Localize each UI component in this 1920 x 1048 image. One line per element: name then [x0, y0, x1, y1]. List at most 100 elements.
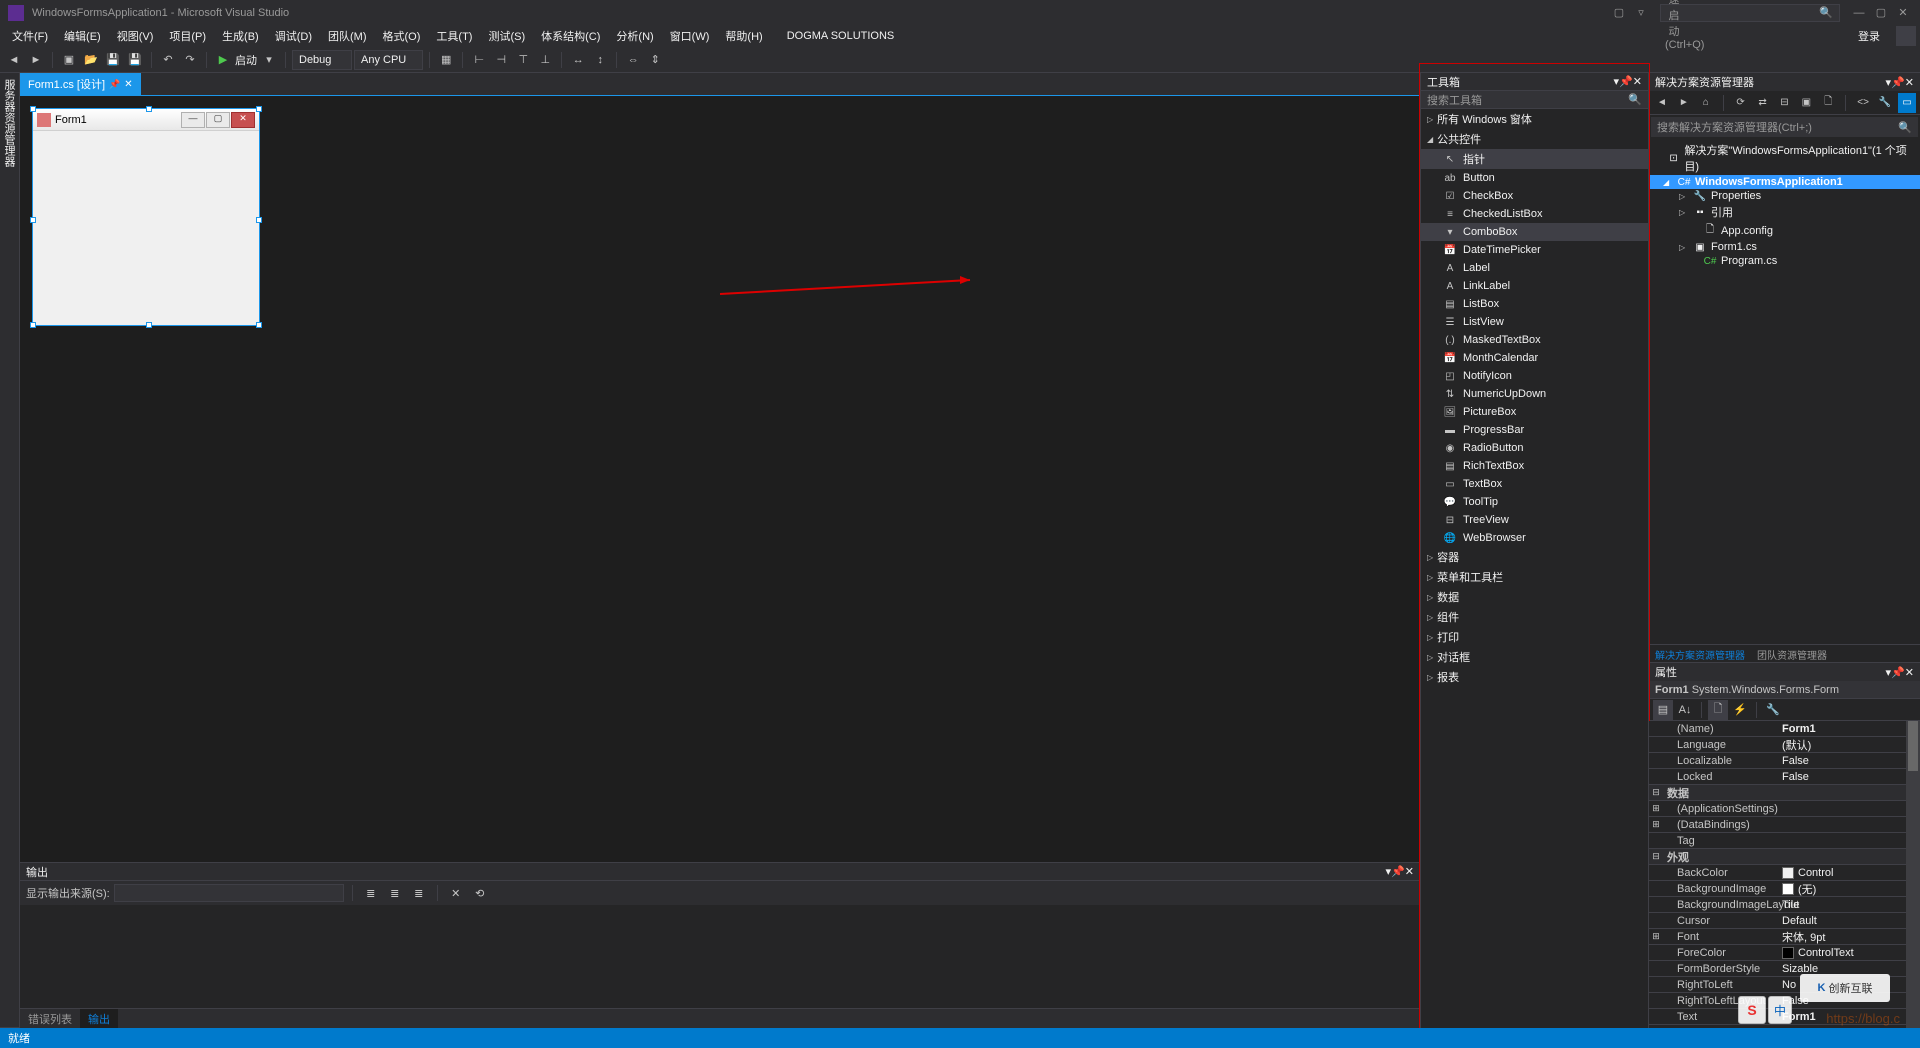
menu-help[interactable]: 帮助(H) [717, 26, 770, 46]
sln-node-form[interactable]: ▷▣Form1.cs [1649, 240, 1920, 254]
toolbox-item-checkbox[interactable]: ☑CheckBox [1421, 187, 1648, 205]
feedback-icon[interactable]: ▿ [1632, 6, 1650, 19]
output-body[interactable] [20, 905, 1420, 1008]
panel-pin-icon[interactable]: 📌 [1391, 865, 1405, 878]
platform-combo[interactable]: Any CPU [354, 50, 423, 70]
layout-icon-1[interactable]: ▦ [436, 50, 456, 70]
spacing-v-icon[interactable]: ↕ [590, 50, 610, 70]
toolbox-cat[interactable]: 容器 [1421, 547, 1648, 567]
menu-window[interactable]: 窗口(W) [662, 26, 718, 46]
prop-row[interactable]: ⊞Font宋体, 9pt [1649, 929, 1920, 945]
tab-close-icon[interactable]: ✕ [124, 79, 132, 90]
toolbox-item-button[interactable]: abButton [1421, 169, 1648, 187]
toolbox-cat[interactable]: 菜单和工具栏 [1421, 567, 1648, 587]
props-pages-icon[interactable]: 🔧 [1763, 700, 1783, 720]
sln-node-properties[interactable]: ▷🔧Properties [1649, 189, 1920, 203]
start-dropdown-icon[interactable]: ▾ [259, 50, 279, 70]
toolbox-search[interactable]: 搜索工具箱 🔍 [1421, 91, 1648, 109]
save-icon[interactable]: 💾 [103, 50, 123, 70]
prop-category[interactable]: ⊟外观 [1649, 849, 1920, 865]
nav-fwd-icon[interactable]: ► [26, 50, 46, 70]
open-file-icon[interactable]: 📂 [81, 50, 101, 70]
left-tab-server[interactable]: 服务器资源管理器 [0, 73, 19, 1028]
sln-pin-icon[interactable]: 📌 [1891, 76, 1905, 89]
align-top-icon[interactable]: ⊥ [535, 50, 555, 70]
menu-tools[interactable]: 工具(T) [428, 26, 480, 46]
prop-row[interactable]: ⊞(DataBindings) [1649, 817, 1920, 833]
sln-showall-icon[interactable]: ▣ [1797, 93, 1815, 113]
toolbox-item-textbox[interactable]: ▭TextBox [1421, 475, 1648, 493]
start-button[interactable]: 启动 [235, 52, 257, 68]
toolbox-cat[interactable]: 报表 [1421, 667, 1648, 687]
tab-errorlist[interactable]: 错误列表 [20, 1009, 80, 1029]
toolbox-cat-common[interactable]: 公共控件 [1421, 129, 1648, 149]
toolbox-item-tooltip[interactable]: 💬ToolTip [1421, 493, 1648, 511]
prop-row[interactable]: Tag [1649, 833, 1920, 849]
toolbox-item-combobox[interactable]: ▾ComboBox [1421, 223, 1648, 241]
props-categorized-icon[interactable]: ▤ [1653, 700, 1673, 720]
sln-refresh2-icon[interactable]: 🗋 [1819, 93, 1837, 113]
toolbox-item-datetimepicker[interactable]: 📅DateTimePicker [1421, 241, 1648, 259]
config-combo[interactable]: Debug [292, 50, 352, 70]
form-body[interactable] [33, 131, 259, 325]
menu-view[interactable]: 视图(V) [109, 26, 162, 46]
sln-viewcode-icon[interactable]: <> [1854, 93, 1872, 113]
toolbox-close-icon[interactable]: ✕ [1633, 75, 1642, 88]
resize-handle[interactable] [30, 217, 36, 223]
resize-handle[interactable] [256, 322, 262, 328]
toolbox-item-checkedlistbox[interactable]: ≡CheckedListBox [1421, 205, 1648, 223]
output-clear-icon[interactable]: ≣ [361, 883, 381, 903]
sln-back-icon[interactable]: ◄ [1653, 93, 1671, 113]
menu-ext[interactable]: DOGMA SOLUTIONS [779, 28, 903, 44]
menu-build[interactable]: 生成(B) [214, 26, 267, 46]
scrollbar-thumb[interactable] [1908, 721, 1918, 771]
toolbox-list[interactable]: 所有 Windows 窗体 公共控件 ↖指针abButton☑CheckBox≡… [1421, 109, 1648, 1028]
resize-handle[interactable] [30, 322, 36, 328]
sln-collapse-icon[interactable]: ⊟ [1776, 93, 1794, 113]
menu-format[interactable]: 格式(O) [375, 26, 429, 46]
close-icon[interactable]: ✕ [1894, 6, 1912, 19]
panel-close-icon[interactable]: ✕ [1405, 865, 1414, 878]
size-w-icon[interactable]: ⇔ [623, 50, 643, 70]
sln-close-icon[interactable]: ✕ [1905, 76, 1914, 89]
prop-row[interactable]: Language(默认) [1649, 737, 1920, 753]
sln-props-icon[interactable]: 🔧 [1876, 93, 1894, 113]
doctab-form1[interactable]: Form1.cs [设计] 📌 ✕ [20, 73, 141, 95]
menu-team[interactable]: 团队(M) [320, 26, 375, 46]
align-right-icon[interactable]: ⊤ [513, 50, 533, 70]
props-close-icon[interactable]: ✕ [1905, 666, 1914, 679]
spacing-h-icon[interactable]: ↔ [568, 50, 588, 70]
menu-project[interactable]: 项目(P) [161, 26, 214, 46]
menu-analyze[interactable]: 分析(N) [608, 26, 661, 46]
toolbox-item-radiobutton[interactable]: ◉RadioButton [1421, 439, 1648, 457]
menu-arch[interactable]: 体系结构(C) [533, 26, 608, 46]
designer-surface[interactable]: Form1 — ▢ ✕ [20, 95, 1420, 862]
prop-row[interactable]: BackgroundImage(无) [1649, 881, 1920, 897]
toolbox-cat[interactable]: 打印 [1421, 627, 1648, 647]
output-wrap-icon[interactable]: ≣ [385, 883, 405, 903]
toolbox-cat-allwin[interactable]: 所有 Windows 窗体 [1421, 109, 1648, 129]
scrollbar[interactable] [1906, 721, 1920, 1028]
toolbox-item-progressbar[interactable]: ▬ProgressBar [1421, 421, 1648, 439]
sln-search[interactable]: 搜索解决方案资源管理器(Ctrl+;) 🔍 [1651, 117, 1918, 137]
toolbox-cat[interactable]: 数据 [1421, 587, 1648, 607]
prop-row[interactable]: LocalizableFalse [1649, 753, 1920, 769]
prop-row[interactable]: LockedFalse [1649, 769, 1920, 785]
toolbox-item-monthcalendar[interactable]: 📅MonthCalendar [1421, 349, 1648, 367]
resize-handle[interactable] [256, 217, 262, 223]
quicklaunch-input[interactable]: 快速启动 (Ctrl+Q) 🔍 [1660, 4, 1840, 22]
props-pin-icon[interactable]: 📌 [1891, 666, 1905, 679]
menu-debug[interactable]: 调试(D) [267, 26, 320, 46]
redo-icon[interactable]: ↷ [180, 50, 200, 70]
prop-row[interactable]: ForeColorControlText [1649, 945, 1920, 961]
toolbox-item-numericupdown[interactable]: ⇅NumericUpDown [1421, 385, 1648, 403]
size-h-icon[interactable]: ⇕ [645, 50, 665, 70]
menu-test[interactable]: 测试(S) [480, 26, 533, 46]
resize-handle[interactable] [146, 106, 152, 112]
toolbox-item-notifyicon[interactable]: ◰NotifyIcon [1421, 367, 1648, 385]
props-alpha-icon[interactable]: A↓ [1675, 700, 1695, 720]
prop-category[interactable]: ⊟数据 [1649, 785, 1920, 801]
menu-file[interactable]: 文件(F) [4, 26, 56, 46]
new-project-icon[interactable]: ▣ [59, 50, 79, 70]
menu-edit[interactable]: 编辑(E) [56, 26, 109, 46]
